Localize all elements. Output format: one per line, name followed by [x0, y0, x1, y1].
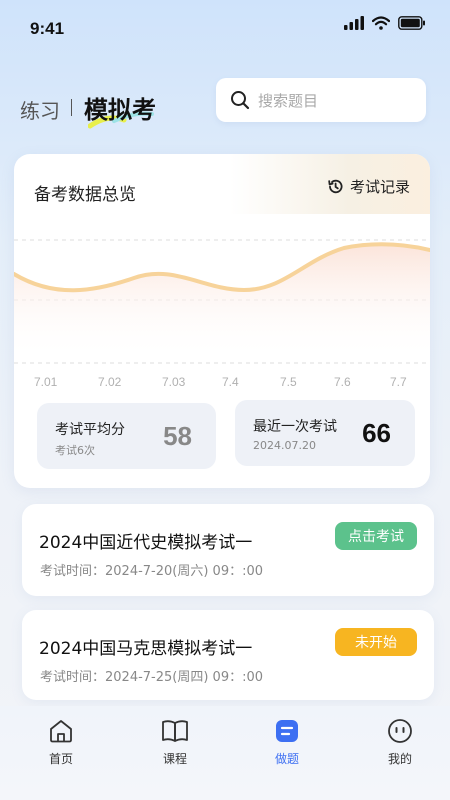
stat-average-value: 58 — [163, 421, 192, 451]
tab-course[interactable]: 课程 — [145, 718, 205, 767]
exam-card[interactable]: 2024中国近代史模拟考试一 考试时间：2024-7-20(周六) 09：:00… — [22, 504, 434, 596]
tab-home-label: 首页 — [48, 752, 73, 766]
search-placeholder: 搜索题目 — [258, 91, 319, 110]
signal-icon — [344, 16, 364, 30]
tab-mine[interactable]: 我的 — [370, 718, 430, 767]
status-icons — [344, 16, 426, 30]
stat-last-value: 66 — [362, 418, 391, 448]
search-input[interactable]: 搜索题目 — [216, 78, 426, 122]
chart-date-label: 7.03 — [162, 375, 186, 389]
search-icon — [231, 91, 250, 110]
status-time: 9:41 — [30, 19, 65, 38]
home-icon — [50, 720, 72, 743]
status-bar: 9:41 — [0, 0, 450, 56]
tab-course-label: 课程 — [162, 752, 187, 766]
stat-last-exam: 最近一次考试 2024.07.20 66 — [235, 400, 415, 466]
chart-date-label: 7.5 — [280, 375, 297, 389]
tab-quiz[interactable]: 做题 — [257, 718, 317, 767]
chart-date-label: 7.6 — [334, 375, 351, 389]
book-icon — [162, 720, 188, 742]
stat-average-score: 考试平均分 考试6次 58 — [37, 403, 216, 469]
tab-mine-label: 我的 — [387, 752, 412, 766]
exam-card[interactable]: 2024中国马克思模拟考试一 考试时间：2024-7-25(周四) 09：:00… — [22, 610, 434, 700]
chart-date-label: 7.4 — [222, 375, 239, 389]
stat-average-label: 考试平均分 — [55, 422, 125, 438]
exam-history-label: 考试记录 — [349, 178, 410, 196]
exam-time: 考试时间：2024-7-20(周六) 09：:00 — [40, 564, 264, 579]
tab-home[interactable]: 首页 — [31, 718, 91, 767]
tab-quiz-label: 做题 — [274, 752, 299, 766]
chart-date-label: 7.02 — [98, 375, 122, 389]
history-icon — [328, 179, 343, 194]
chart-area — [14, 244, 430, 360]
exam-time: 考试时间：2024-7-25(周四) 09：:00 — [40, 670, 264, 685]
score-trend-chart: 7.01 7.02 7.03 7.4 7.5 7.6 7.7 — [12, 230, 432, 390]
chart-date-label: 7.01 — [34, 375, 58, 389]
exam-history-link[interactable]: 考试记录 — [327, 176, 410, 197]
stat-average-count: 考试6次 — [55, 444, 95, 457]
quiz-icon — [276, 720, 298, 742]
wifi-icon — [372, 16, 390, 30]
tab-divider — [71, 99, 72, 116]
overview-title: 备考数据总览 — [34, 185, 136, 205]
bottom-tab-bar: 首页 课程 做题 我的 — [0, 706, 450, 800]
exam-title: 2024中国马克思模拟考试一 — [39, 639, 253, 659]
profile-face-icon — [388, 719, 412, 743]
header: 练习 模拟考 搜索题目 — [0, 76, 450, 136]
battery-icon — [398, 16, 425, 30]
stat-last-label: 最近一次考试 — [253, 419, 337, 435]
exam-title: 2024中国近代史模拟考试一 — [39, 533, 253, 553]
stat-last-date: 2024.07.20 — [253, 439, 316, 452]
tab-mock-exam[interactable]: 模拟考 — [84, 90, 156, 125]
not-started-badge[interactable]: 未开始 — [335, 628, 417, 656]
start-exam-button[interactable]: 点击考试 — [335, 522, 417, 550]
tab-practice[interactable]: 练习 — [20, 95, 60, 124]
chart-date-label: 7.7 — [390, 375, 407, 389]
